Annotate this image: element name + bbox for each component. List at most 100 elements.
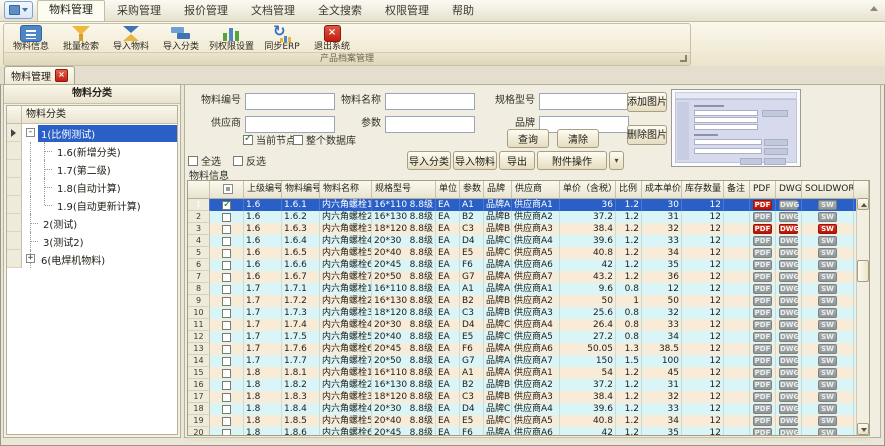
column-header-num[interactable] <box>188 181 210 198</box>
column-header-ratio[interactable]: 比例 <box>616 181 642 198</box>
column-header-param[interactable]: 参数 <box>460 181 484 198</box>
dwg-file-button[interactable]: DWG <box>779 392 798 402</box>
row-checkbox[interactable] <box>222 261 231 270</box>
expand-icon[interactable]: + <box>26 254 35 263</box>
menu-tab-4[interactable]: 文档管理 <box>240 1 306 21</box>
material-row-2[interactable]: 21.61.6.2内六角螺栓216*1308.8级EAB2品牌B供应商A237.… <box>188 211 869 223</box>
row-checkbox[interactable] <box>222 345 231 354</box>
tree-node-8[interactable]: +6(电焊机物料) <box>7 250 177 268</box>
material-row-9[interactable]: 91.71.7.2内六角螺栓216*1308.8级EAB2品牌B供应商A2501… <box>188 295 869 307</box>
pdf-file-button[interactable]: PDF <box>753 332 772 342</box>
row-checkbox[interactable] <box>222 381 231 390</box>
row-checkbox[interactable] <box>222 417 231 426</box>
sw-file-button[interactable]: SW <box>818 308 837 318</box>
sw-file-button[interactable]: SW <box>818 320 837 330</box>
sw-file-button[interactable]: SW <box>818 368 837 378</box>
menu-tab-7[interactable]: 帮助 <box>441 1 485 21</box>
pdf-file-button[interactable]: PDF <box>753 212 772 222</box>
search-input-r1c2[interactable] <box>385 93 475 110</box>
search-scope-checkbox-2[interactable]: 整个数据库 <box>293 133 356 146</box>
sw-file-button[interactable]: SW <box>818 392 837 402</box>
dwg-file-button[interactable]: DWG <box>779 368 798 378</box>
sw-file-button[interactable]: SW <box>818 212 837 222</box>
invert-selection-checkbox[interactable]: 反选 <box>233 154 266 167</box>
pdf-file-button[interactable]: PDF <box>753 416 772 426</box>
dwg-file-button[interactable]: DWG <box>779 260 798 270</box>
sw-file-button[interactable]: SW <box>818 296 837 306</box>
material-row-14[interactable]: 141.71.7.7内六角螺栓720*508.8级EAG7品牌A供应商A7150… <box>188 355 869 367</box>
menu-tab-1[interactable]: 物料管理 <box>37 0 105 21</box>
dwg-file-button[interactable]: DWG <box>779 212 798 222</box>
search-input-r2c2[interactable] <box>385 116 475 133</box>
ribbon-button-material-info[interactable]: 物料信息 <box>6 25 56 54</box>
material-row-7[interactable]: 71.61.6.7内六角螺栓720*508.8级EAG7品牌A供应商A743.2… <box>188 271 869 283</box>
clear-button[interactable]: 清除 <box>557 129 599 148</box>
collapse-icon[interactable]: - <box>26 128 35 137</box>
column-header-cost[interactable]: 成本单价 <box>642 181 682 198</box>
import-category-button[interactable]: 导入分类 <box>407 151 451 170</box>
tree-node-4[interactable]: 1.8(自动计算) <box>7 178 177 196</box>
sw-file-button[interactable]: SW <box>818 224 837 234</box>
material-row-19[interactable]: 191.81.8.5内六角螺栓520*408.8级EAE5品牌C供应商A540.… <box>188 415 869 427</box>
column-header-code[interactable]: 物料编号 <box>282 181 320 198</box>
row-checkbox[interactable] <box>222 309 231 318</box>
select-all-checkbox[interactable]: 全选 <box>188 154 221 167</box>
row-checkbox[interactable] <box>222 273 231 282</box>
vertical-scrollbar[interactable] <box>856 198 869 435</box>
dwg-file-button[interactable]: DWG <box>779 356 798 366</box>
app-menu-button[interactable] <box>4 1 33 19</box>
pdf-file-button[interactable]: PDF <box>753 320 772 330</box>
dwg-file-button[interactable]: DWG <box>779 416 798 426</box>
sw-file-button[interactable]: SW <box>818 344 837 354</box>
material-row-16[interactable]: 161.81.8.2内六角螺栓216*1308.8级EAB2品牌B供应商A237… <box>188 379 869 391</box>
menu-tab-6[interactable]: 权限管理 <box>374 1 440 21</box>
dwg-file-button[interactable]: DWG <box>779 320 798 330</box>
pdf-file-button[interactable]: PDF <box>753 308 772 318</box>
sw-file-button[interactable]: SW <box>818 428 837 436</box>
add-picture-button[interactable]: 添加图片 <box>627 92 667 112</box>
dwg-file-button[interactable]: DWG <box>779 332 798 342</box>
dwg-file-button[interactable]: DWG <box>779 272 798 282</box>
sw-file-button[interactable]: SW <box>818 200 837 210</box>
material-row-5[interactable]: 51.61.6.5内六角螺栓520*408.8级EAE5品牌C供应商A540.8… <box>188 247 869 259</box>
search-input-r1c1[interactable] <box>245 93 335 110</box>
ribbon-button-column-permission[interactable]: 列权限设置 <box>206 25 257 54</box>
material-row-18[interactable]: 181.81.8.4内六角螺栓420*308.8级EAD4品牌C供应商A439.… <box>188 403 869 415</box>
column-header-spec[interactable]: 规格型号 <box>372 181 436 198</box>
delete-picture-button[interactable]: 删除图片 <box>627 125 667 145</box>
column-header-stock[interactable]: 库存数量 <box>682 181 724 198</box>
pdf-file-button[interactable]: PDF <box>753 284 772 294</box>
column-header-parent[interactable]: 上级编号 <box>244 181 282 198</box>
ribbon-button-import-category[interactable]: 导入分类 <box>156 25 206 54</box>
pdf-file-button[interactable]: PDF <box>753 404 772 414</box>
material-row-10[interactable]: 101.71.7.3内六角螺栓318*1208.8级EAC3品牌B供应商A325… <box>188 307 869 319</box>
row-checkbox[interactable] <box>222 357 231 366</box>
pdf-file-button[interactable]: PDF <box>753 236 772 246</box>
dwg-file-button[interactable]: DWG <box>779 380 798 390</box>
menu-tab-2[interactable]: 采购管理 <box>106 1 172 21</box>
column-header-dwg[interactable]: DWG <box>776 181 802 198</box>
tree-node-7[interactable]: 3(测试2) <box>7 232 177 250</box>
sw-file-button[interactable]: SW <box>818 356 837 366</box>
dwg-file-button[interactable]: DWG <box>779 284 798 294</box>
attachment-actions-button[interactable]: 附件操作 <box>537 151 607 170</box>
ribbon-collapse-button[interactable] <box>870 6 878 11</box>
material-row-15[interactable]: 151.81.8.1内六角螺栓116*1108.8级EAA1品牌A供应商A154… <box>188 367 869 379</box>
select-all-header-icon[interactable] <box>223 184 233 194</box>
row-checkbox[interactable] <box>222 213 231 222</box>
dwg-file-button[interactable]: DWG <box>779 296 798 306</box>
horizontal-scrollbar-track[interactable] <box>187 437 870 441</box>
tree-node-1[interactable]: -1(比例测试) <box>7 124 177 142</box>
column-header-supplier[interactable]: 供应商 <box>512 181 560 198</box>
column-header-chk[interactable] <box>210 181 244 198</box>
row-checkbox[interactable] <box>222 201 231 210</box>
tree-node-5[interactable]: 1.9(自动更新计算) <box>7 196 177 214</box>
attachment-actions-dropdown[interactable]: ▾ <box>609 151 624 170</box>
pdf-file-button[interactable]: PDF <box>753 356 772 366</box>
menu-tab-3[interactable]: 报价管理 <box>173 1 239 21</box>
pdf-file-button[interactable]: PDF <box>753 260 772 270</box>
row-checkbox[interactable] <box>222 225 231 234</box>
row-checkbox[interactable] <box>222 333 231 342</box>
query-button[interactable]: 查询 <box>507 129 549 148</box>
pdf-file-button[interactable]: PDF <box>753 248 772 258</box>
